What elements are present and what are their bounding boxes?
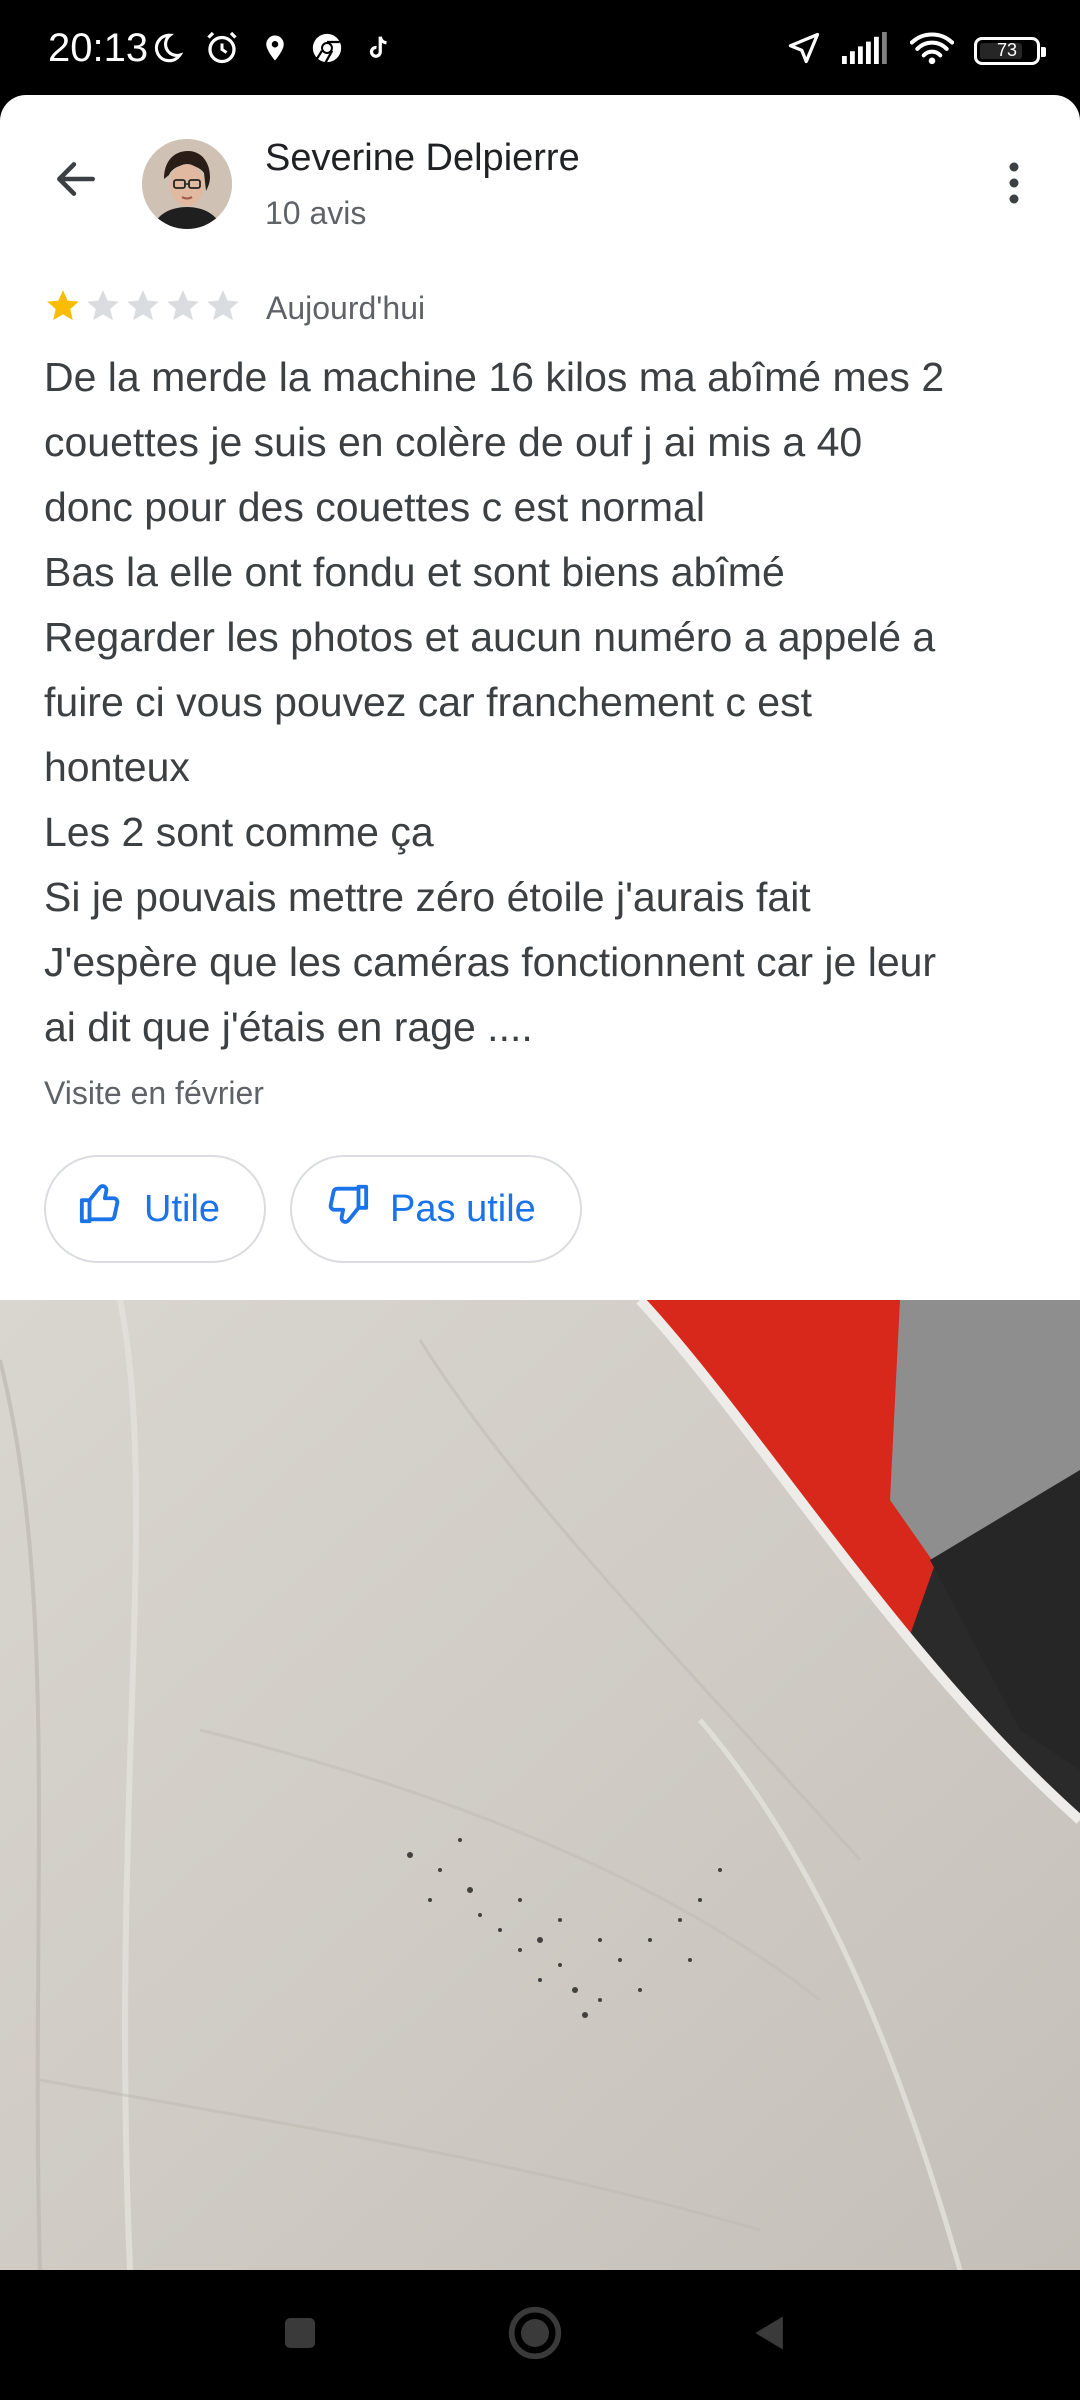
review-text-line: Si je pouvais mettre zéro étoile j'aurai…	[44, 874, 811, 920]
visit-info: Visite en février	[44, 1075, 264, 1111]
recents-button[interactable]	[270, 2305, 330, 2365]
review-photo[interactable]	[0, 1300, 1080, 2270]
thumb-down-icon	[324, 1181, 370, 1237]
star-rating	[44, 287, 242, 330]
triangle-back-icon	[748, 2311, 792, 2360]
review-text-line: ai dit que j'étais en rage ....	[44, 1004, 533, 1050]
navigation-icon	[786, 30, 822, 71]
review-text-line: fuire ci vous pouvez car franchement c e…	[44, 679, 812, 725]
review-text-line: Bas la elle ont fondu et sont biens abîm…	[44, 549, 785, 595]
review-text-line: De la merde la machine 16 kilos ma abîmé…	[44, 354, 945, 400]
helpful-button[interactable]: Utile	[44, 1155, 267, 1263]
battery-icon: 73	[974, 36, 1046, 65]
feedback-buttons: Utile Pas utile	[44, 1155, 582, 1263]
rating-row: Aujourd'hui	[44, 287, 425, 330]
status-time: 20:13	[48, 26, 149, 70]
star-empty-icon	[124, 287, 162, 330]
not-helpful-label: Pas utile	[390, 1187, 536, 1230]
more-options-button[interactable]	[984, 155, 1044, 215]
review-text: De la merde la machine 16 kilos ma abîmé…	[44, 345, 1054, 1060]
chrome-icon	[310, 31, 344, 70]
review-text-line: donc pour des couettes c est normal	[44, 484, 705, 530]
star-empty-icon	[164, 287, 202, 330]
circle-icon	[507, 2305, 563, 2366]
battery-level: 73	[996, 40, 1018, 60]
star-filled-icon	[44, 287, 82, 330]
status-icons-right: 73	[786, 30, 1046, 71]
status-icons-left	[150, 30, 394, 71]
alarm-icon	[204, 30, 240, 71]
reviewer-review-count: 10 avis	[265, 195, 367, 231]
review-text-line: Regarder les photos et aucun numéro a ap…	[44, 614, 936, 660]
star-empty-icon	[84, 287, 122, 330]
thumb-up-icon	[78, 1181, 124, 1237]
signal-icon	[842, 32, 890, 69]
review-text-line: honteux	[44, 744, 190, 790]
home-button[interactable]	[505, 2305, 565, 2365]
back-button[interactable]	[40, 145, 112, 217]
avatar[interactable]	[142, 139, 232, 229]
review-date: Aujourd'hui	[266, 290, 426, 326]
more-vert-icon	[1007, 161, 1021, 210]
square-icon	[280, 2313, 320, 2358]
wifi-icon	[909, 31, 955, 70]
review-text-line: Les 2 sont comme ça	[44, 809, 434, 855]
back-nav-button[interactable]	[740, 2305, 800, 2365]
moon-icon	[150, 31, 184, 70]
star-empty-icon	[204, 287, 242, 330]
review-sheet: Severine Delpierre 10 avis Aujourd'hui D…	[0, 95, 1080, 1300]
reviewer-name[interactable]: Severine Delpierre	[265, 137, 580, 180]
helpful-label: Utile	[144, 1187, 221, 1230]
system-nav-bar	[0, 2270, 1080, 2400]
status-bar: 20:13 73	[0, 0, 1080, 95]
location-icon	[260, 31, 290, 70]
arrow-back-icon	[51, 154, 101, 209]
review-text-line: J'espère que les caméras fonctionnent ca…	[44, 939, 937, 985]
not-helpful-button[interactable]: Pas utile	[290, 1155, 582, 1263]
tiktok-icon	[364, 31, 394, 70]
review-text-line: couettes je suis en colère de ouf j ai m…	[44, 419, 863, 465]
